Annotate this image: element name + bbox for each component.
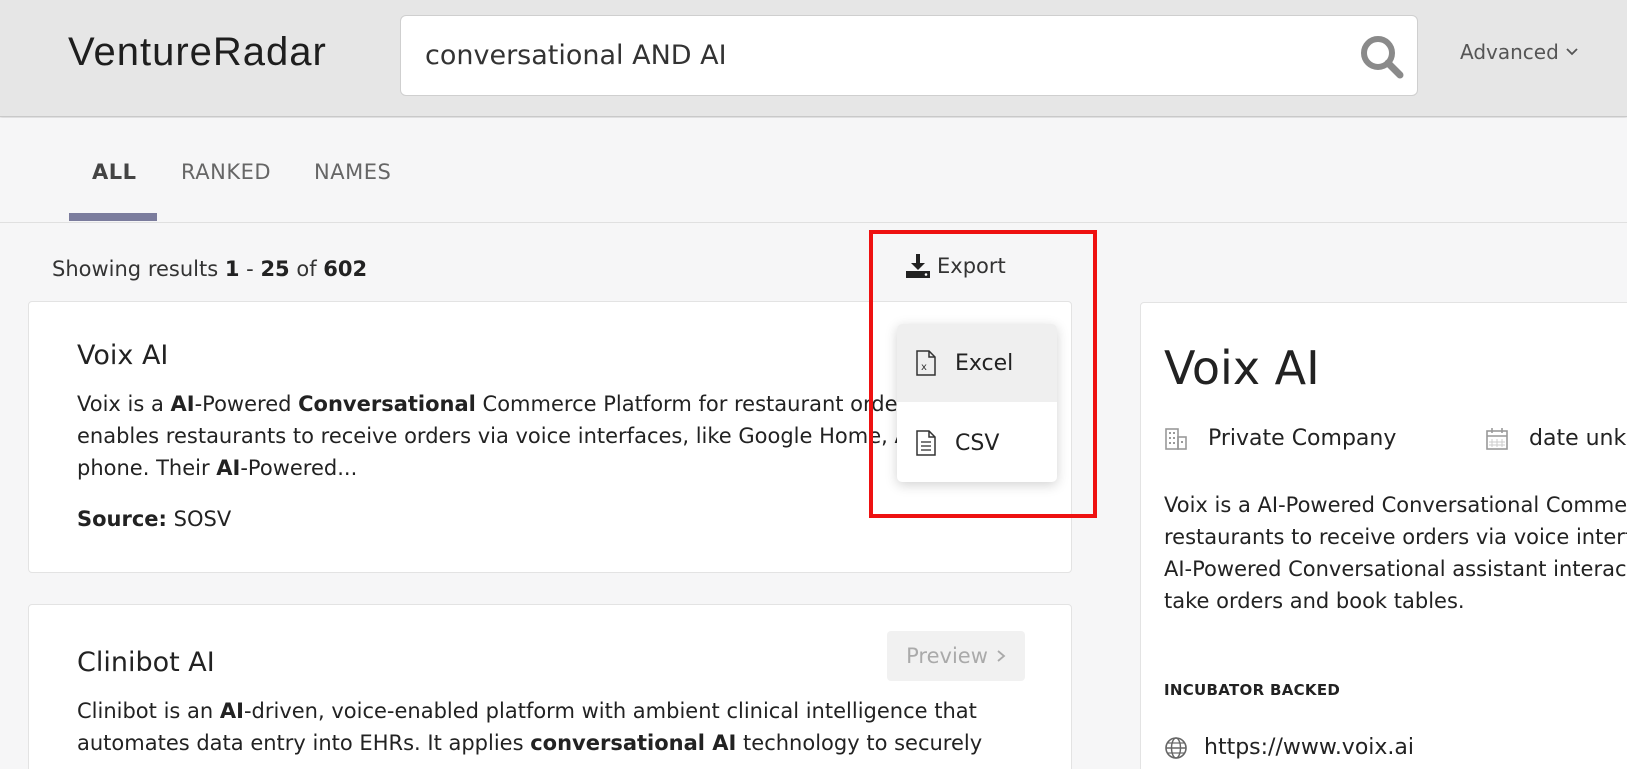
incubator-label: INCUBATOR BACKED: [1164, 681, 1341, 699]
tab-all[interactable]: ALL: [92, 160, 137, 184]
source-value: SOSV: [173, 507, 232, 531]
result-card[interactable]: Preview Clinibot AI Clinibot is an AI-dr…: [28, 604, 1072, 769]
highlight-box: [869, 230, 1097, 518]
website-url[interactable]: https://www.voix.ai: [1204, 735, 1414, 760]
results-of: of: [296, 257, 317, 281]
result-tabs: ALL RANKED NAMES: [0, 118, 1627, 223]
results-sep: -: [246, 257, 254, 281]
building-icon: [1165, 427, 1187, 450]
logo[interactable]: VentureRadar: [68, 30, 327, 75]
search-icon[interactable]: [1359, 34, 1405, 80]
tab-names[interactable]: NAMES: [314, 160, 391, 184]
calendar-icon: [1486, 427, 1508, 450]
advanced-search-toggle[interactable]: Advanced: [1460, 40, 1579, 64]
card-source: Source: SOSV: [77, 507, 231, 531]
detail-desc-line: Voix is a AI-Powered Conversational Comm…: [1164, 493, 1627, 517]
company-type-label: Private Company: [1208, 426, 1397, 451]
advanced-label: Advanced: [1460, 40, 1559, 64]
results-start: 1: [224, 257, 240, 281]
card-description: Clinibot is an AI-driven, voice-enabled …: [77, 695, 1047, 759]
card-title[interactable]: Voix AI: [77, 340, 168, 371]
results-count: Showing results 1 - 25 of 602: [52, 257, 367, 281]
date-label: date unkno: [1529, 426, 1627, 451]
top-header: VentureRadar Advanced: [0, 0, 1627, 117]
source-label: Source:: [77, 507, 167, 531]
tab-ranked[interactable]: RANKED: [181, 160, 271, 184]
preview-button[interactable]: Preview: [887, 631, 1025, 681]
active-tab-indicator: [69, 213, 157, 221]
detail-title: Voix AI: [1164, 341, 1320, 395]
company-type: Private Company: [1164, 426, 1396, 451]
chevron-down-icon: [1566, 48, 1578, 56]
card-title[interactable]: Clinibot AI: [77, 647, 215, 678]
results-prefix: Showing results: [52, 257, 219, 281]
card-desc-line: automates data entry into EHRs. It appli…: [77, 731, 983, 755]
detail-desc-line: restaurants to receive orders via voice …: [1164, 525, 1627, 549]
website-link[interactable]: https://www.voix.ai: [1164, 735, 1414, 760]
detail-panel: Voix AI Private Company date unkno Voix …: [1140, 302, 1627, 769]
results-total: 602: [323, 257, 368, 281]
chevron-right-icon: [997, 650, 1006, 662]
detail-desc-line: AI-Powered Conversational assistant inte…: [1164, 557, 1627, 581]
card-desc-line: Clinibot is an AI-driven, voice-enabled …: [77, 699, 977, 723]
founded-date: date unkno: [1485, 426, 1627, 451]
preview-label: Preview: [906, 644, 988, 668]
search-box: [400, 15, 1418, 96]
detail-description: Voix is a AI-Powered Conversational Comm…: [1164, 489, 1627, 617]
detail-desc-line: take orders and book tables.: [1164, 589, 1465, 613]
globe-icon: [1165, 736, 1187, 759]
results-end: 25: [260, 257, 290, 281]
search-input[interactable]: [425, 16, 1325, 95]
